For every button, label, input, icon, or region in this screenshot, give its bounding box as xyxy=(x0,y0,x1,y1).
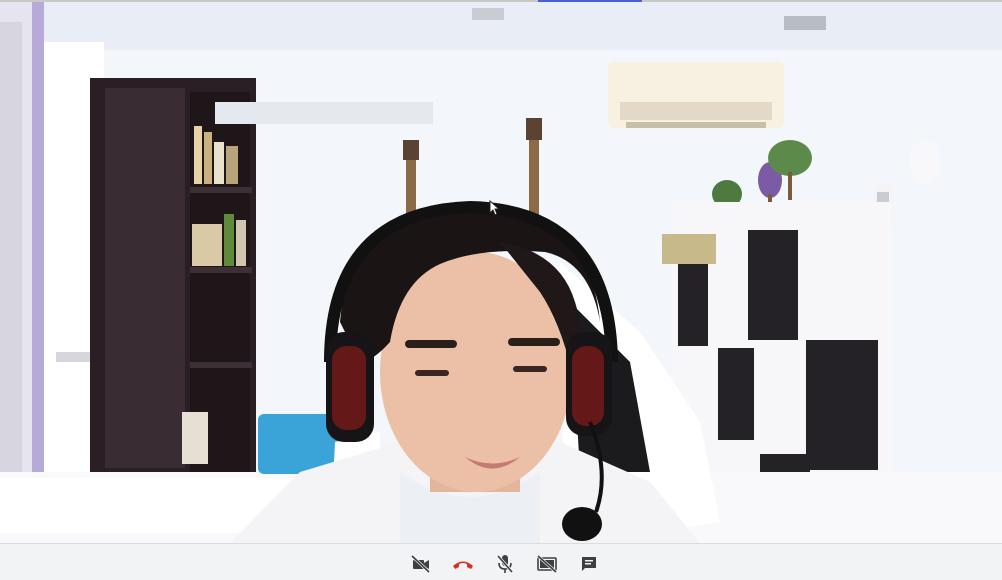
camera-off-icon xyxy=(411,555,431,573)
toggle-camera-button[interactable] xyxy=(400,552,442,576)
toggle-mic-button[interactable] xyxy=(484,552,526,576)
chat-button[interactable] xyxy=(568,552,610,576)
call-control-bar xyxy=(0,543,1002,580)
screen-share-off-icon xyxy=(537,555,557,573)
mouse-cursor-icon xyxy=(489,200,501,216)
share-screen-button[interactable] xyxy=(526,552,568,576)
video-call-window xyxy=(0,0,1002,580)
video-frame xyxy=(0,2,1002,543)
mic-off-icon xyxy=(496,555,514,573)
participant-video-feed[interactable] xyxy=(0,2,1002,543)
call-controls xyxy=(400,552,610,576)
end-call-button[interactable] xyxy=(442,552,484,576)
end-call-icon xyxy=(453,561,473,569)
chat-icon xyxy=(582,557,596,571)
